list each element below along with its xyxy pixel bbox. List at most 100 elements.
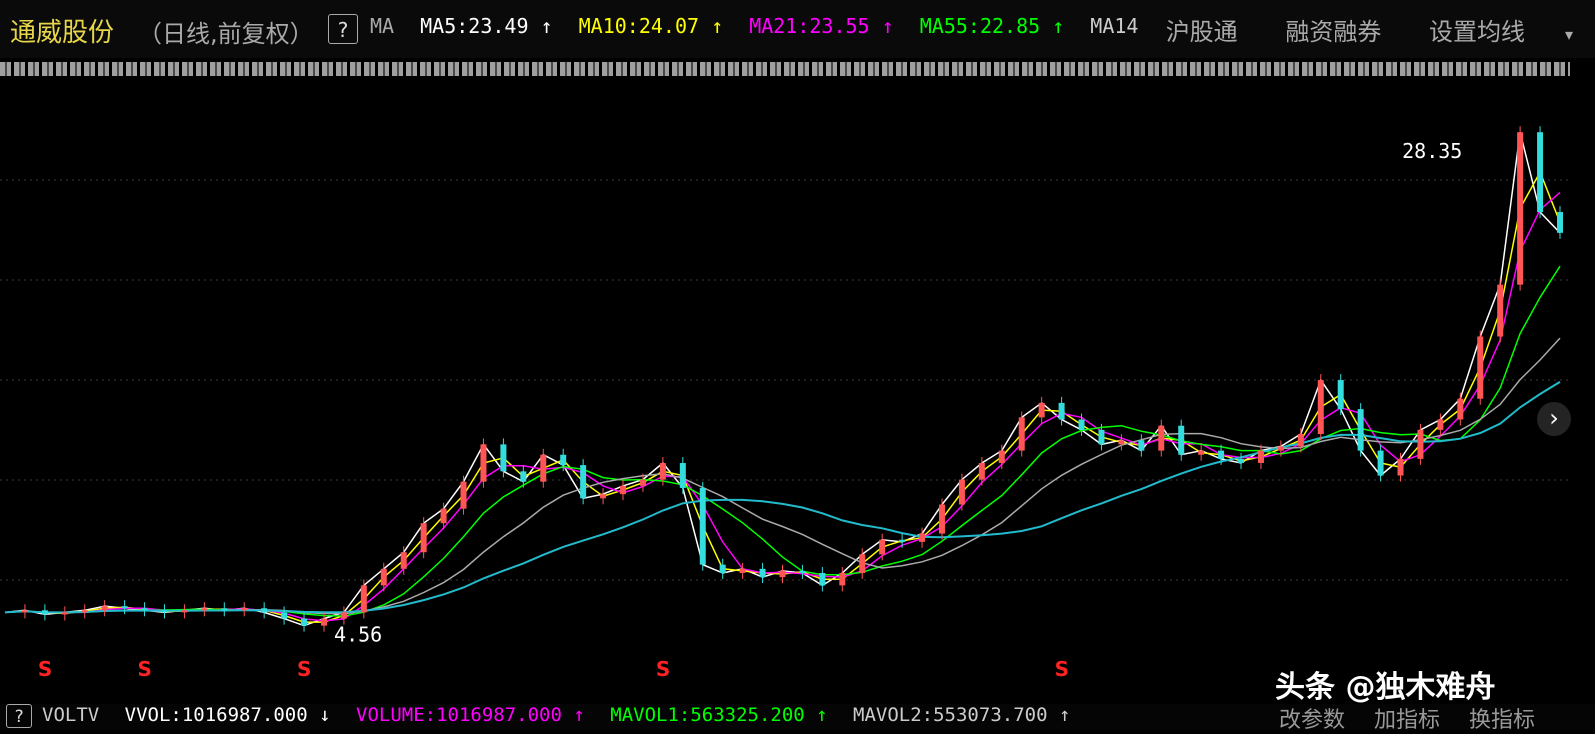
link-margin[interactable]: 融资融券 [1285, 18, 1381, 46]
signal-marker: S [297, 657, 311, 681]
candle [460, 481, 467, 509]
candles [21, 126, 1563, 632]
candle [699, 487, 706, 565]
candle [480, 444, 487, 482]
signal-marker: S [138, 657, 152, 681]
signal-marker: S [38, 657, 52, 681]
candle [181, 610, 188, 613]
candle [600, 494, 607, 499]
ma5-value: MA5:23.49 ↑ [420, 14, 553, 38]
candle [1417, 429, 1424, 459]
candle [560, 454, 567, 466]
candle [978, 463, 985, 480]
help-button[interactable]: ? [328, 14, 358, 44]
ma21-value: MA21:23.55 ↑ [749, 14, 894, 38]
candle [1257, 450, 1264, 464]
candle [580, 465, 587, 499]
candle [1238, 458, 1245, 464]
signal-marker: S [1055, 657, 1069, 681]
candle [919, 533, 926, 542]
candle [101, 606, 108, 611]
candle [261, 608, 268, 613]
candle [639, 479, 646, 486]
candle [21, 610, 28, 613]
grid-lines [0, 179, 1570, 581]
candle [739, 568, 746, 573]
candle [380, 568, 387, 586]
candle [301, 618, 308, 626]
add-indicator-button[interactable]: 加指标 [1374, 708, 1440, 733]
header-links: 沪股通 融资融券 设置均线 ▾ [1126, 12, 1573, 47]
candle [1477, 336, 1484, 399]
candle [998, 450, 1005, 464]
link-ma-settings[interactable]: 设置均线 ▾ [1429, 18, 1573, 46]
candle [1457, 398, 1464, 420]
series-line-ma10 [4, 170, 1561, 623]
candle [241, 608, 248, 611]
candle [141, 608, 148, 611]
vol-indicator-name: VOLTV [42, 704, 100, 726]
edit-params-button[interactable]: 改参数 [1279, 708, 1345, 733]
candle [679, 463, 686, 488]
candle [719, 564, 726, 573]
vvol-value: VVOL:1016987.000 ↓ [124, 704, 331, 726]
volume-help-button[interactable]: ? [6, 704, 32, 728]
candle [899, 539, 906, 542]
high-price-label: 28.35 [1402, 139, 1462, 163]
candle [221, 608, 228, 611]
ma10-value: MA10:24.07 ↑ [578, 14, 724, 38]
volume-legend: VOLTV VVOL:1016987.000 ↓ VOLUME:1016987.… [42, 704, 1084, 726]
candle [1377, 450, 1384, 476]
candle [1118, 440, 1125, 445]
candle [1218, 450, 1225, 459]
candle [201, 608, 208, 611]
candle [1557, 212, 1563, 233]
link-hk-connect[interactable]: 沪股通 [1166, 18, 1238, 46]
candle [520, 471, 527, 482]
switch-indicator-button[interactable]: 换指标 [1469, 708, 1535, 733]
candle [440, 508, 447, 524]
candle [1098, 429, 1105, 445]
annotations: 28.35 4.56 S S S S S [38, 139, 1462, 681]
mavol1-value: MAVOL1:563325.200 ↑ [610, 704, 828, 726]
volume-value: VOLUME:1016987.000 ↑ [356, 704, 585, 726]
series-line-ma5 [4, 132, 1561, 627]
candle [1437, 419, 1444, 430]
candle [1317, 380, 1324, 434]
candle [1497, 284, 1504, 337]
candle [1158, 425, 1165, 451]
candle [41, 610, 48, 615]
signal-marker: S [656, 657, 670, 681]
mavol2-value: MAVOL2:553073.700 ↑ [853, 704, 1071, 726]
price-chart: 28.35 4.56 S S S S S [0, 126, 1570, 681]
candle [1078, 419, 1085, 430]
candle [779, 570, 786, 578]
candle [839, 572, 846, 586]
candle [81, 610, 88, 613]
candle [759, 568, 766, 578]
candle [859, 554, 866, 573]
ma-legend: MA MA5:23.49 ↑ MA10:24.07 ↑ MA21:23.55 ↑… [370, 14, 1152, 38]
header-bar: 通威股份 （日线,前复权） ? MA MA5:23.49 ↑ MA10:24.0… [0, 0, 1595, 58]
candle [958, 479, 965, 505]
candle [1357, 409, 1364, 451]
candle [500, 444, 507, 472]
candle [1198, 450, 1205, 455]
candle [1277, 446, 1284, 451]
candle [340, 612, 347, 619]
low-price-label: 4.56 [334, 623, 382, 647]
candle [1537, 132, 1544, 213]
candle [420, 523, 427, 553]
candle [620, 485, 627, 495]
indicator-actions: 改参数 加指标 换指标 [1257, 702, 1535, 734]
candle [938, 504, 945, 534]
candle [61, 612, 68, 615]
next-chart-arrow[interactable]: › [1537, 402, 1571, 436]
series-line-ma55 [4, 265, 1561, 617]
watermark: 头条 @独木难舟 [1275, 670, 1496, 705]
candle [540, 454, 547, 482]
stock-name: 通威股份 [10, 18, 115, 48]
candle [879, 539, 886, 555]
candle [1038, 402, 1045, 418]
ma-label: MA [370, 14, 395, 38]
